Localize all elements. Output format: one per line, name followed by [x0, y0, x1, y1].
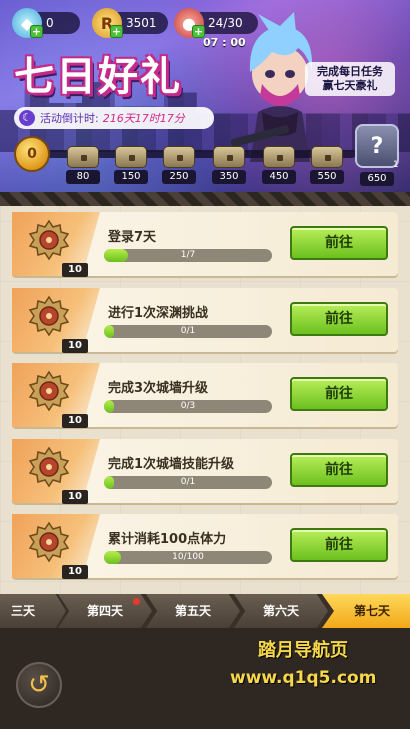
milestone-points: 550	[310, 170, 344, 184]
go-button[interactable]: 前往	[290, 302, 388, 336]
quest-name: 完成3次城墙升级	[108, 381, 209, 396]
points-value: 0	[27, 146, 37, 162]
final-reward-count: 1	[393, 160, 399, 170]
gear-reward-icon: 10	[28, 446, 88, 504]
stamina-value: 24/30	[208, 16, 243, 30]
quest-name: 进行1次深渊挑战	[108, 306, 209, 321]
quest-note-line2: 赢七天豪礼	[322, 79, 378, 92]
watermark-title: 踏月导航页	[258, 640, 348, 661]
milestone-chest[interactable]: 150	[114, 146, 148, 184]
quest-row: 10 登录7天 1/7 前往	[12, 212, 398, 277]
add-gold-button[interactable]: +	[110, 25, 123, 38]
quest-progress-text: 0/3	[180, 401, 196, 411]
gear-reward-icon: 10	[28, 219, 88, 277]
chest-icon	[115, 146, 147, 168]
quest-row: 10 进行1次深渊挑战 0/1 前往	[12, 288, 398, 353]
milestone-points: 350	[212, 170, 246, 184]
gear-reward-icon: 10	[28, 295, 88, 353]
milestone-points: 150	[114, 170, 148, 184]
milestone-points: 250	[162, 170, 196, 184]
tab-day-6[interactable]: 第六天	[234, 594, 328, 628]
milestone-final: 650	[360, 170, 394, 186]
back-arrow-icon: ↺	[28, 670, 50, 700]
milestone-chest[interactable]: 550	[310, 146, 344, 184]
quest-name: 累计消耗100点体力	[108, 532, 227, 547]
chest-icon	[67, 146, 99, 168]
quest-note-line1: 完成每日任务	[317, 65, 383, 78]
reward-qty: 10	[62, 490, 88, 504]
tab-label: 三天	[10, 604, 35, 618]
milestone-points: 450	[262, 170, 296, 184]
gem-value: 0	[46, 16, 54, 30]
quest-progress-text: 10/100	[172, 552, 204, 562]
quest-row: 10 完成3次城墙升级 0/3 前往	[12, 363, 398, 428]
quest-name: 登录7天	[108, 230, 157, 245]
points-coin: 0	[14, 136, 50, 172]
stamina-timer: 07 : 00	[203, 36, 246, 49]
countdown-value: 216天17时17分	[102, 112, 185, 125]
chest-icon	[213, 146, 245, 168]
gear-reward-icon: 10	[28, 370, 88, 428]
gem-counter[interactable]: ◆ + 0	[12, 8, 80, 38]
reward-qty: 10	[62, 565, 88, 579]
quest-row: 10 累计消耗100点体力 10/100 前往	[12, 514, 398, 579]
countdown-panel: ☾ 活动倒计时: 216天17时17分	[14, 107, 214, 129]
watermark-url: www.q1q5.com	[230, 668, 377, 688]
milestone-chest[interactable]: 80	[66, 146, 100, 184]
day-tabs: 三天 第四天 第五天 第六天 第七天	[0, 594, 410, 628]
milestone-points: 80	[66, 170, 100, 184]
go-button[interactable]: 前往	[290, 453, 388, 487]
notification-dot	[133, 598, 140, 605]
go-button[interactable]: 前往	[290, 528, 388, 562]
moon-icon: ☾	[19, 110, 35, 126]
back-button[interactable]: ↺	[16, 662, 62, 708]
milestone-chest[interactable]: 350	[212, 146, 246, 184]
reward-qty: 10	[62, 263, 88, 277]
go-button[interactable]: 前往	[290, 226, 388, 260]
chest-icon	[163, 146, 195, 168]
gold-value: 3501	[126, 16, 157, 30]
chest-icon	[263, 146, 295, 168]
tab-day-7[interactable]: 第七天	[322, 594, 410, 628]
hazard-stripe	[0, 192, 410, 206]
event-title: 七日好礼	[14, 54, 182, 100]
quest-row: 10 完成1次城墙技能升级 0/1 前往	[12, 439, 398, 504]
quest-progress-text: 1/7	[180, 250, 196, 260]
milestone-points: 650	[360, 172, 394, 186]
reward-qty: 10	[62, 414, 88, 428]
tab-label: 第四天	[86, 604, 123, 618]
quest-note: 完成每日任务 赢七天豪礼	[305, 62, 395, 96]
tab-label: 第六天	[262, 604, 299, 618]
tab-day-3[interactable]: 三天	[0, 594, 66, 628]
quest-progress-text: 0/1	[180, 326, 196, 336]
gear-reward-icon: 10	[28, 521, 88, 579]
countdown-label: 活动倒计时:	[40, 112, 99, 125]
event-banner: ◆ + 0 R + 3501 ● + 24/30 07 : 00 七日好礼 ☾ …	[0, 0, 410, 192]
reward-qty: 10	[62, 339, 88, 353]
tab-day-5[interactable]: 第五天	[146, 594, 240, 628]
tab-day-4[interactable]: 第四天	[58, 594, 152, 628]
milestone-chest[interactable]: 450	[262, 146, 296, 184]
quest-name: 完成1次城墙技能升级	[108, 457, 235, 472]
tab-label: 第七天	[353, 604, 390, 618]
chest-icon	[311, 146, 343, 168]
go-button[interactable]: 前往	[290, 377, 388, 411]
quest-progress-text: 0/1	[180, 477, 196, 487]
add-gem-button[interactable]: +	[30, 25, 43, 38]
milestone-chest[interactable]: 250	[162, 146, 196, 184]
tab-label: 第五天	[174, 604, 211, 618]
stamina-counter[interactable]: ● + 24/30	[174, 8, 258, 38]
gold-counter[interactable]: R + 3501	[92, 8, 168, 38]
question-icon: ?	[370, 133, 384, 159]
